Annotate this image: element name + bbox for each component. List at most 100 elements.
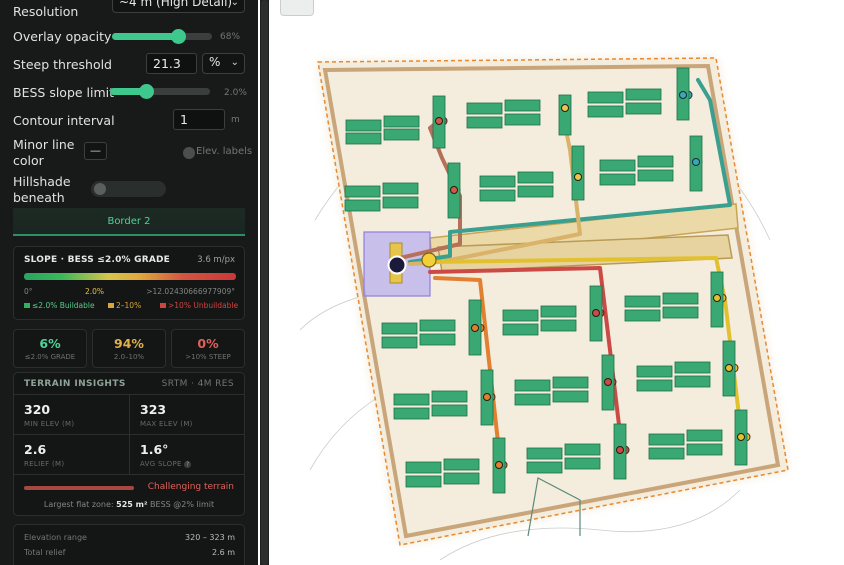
pv-table: [504, 113, 541, 126]
hillshade-toggle[interactable]: [91, 181, 166, 197]
steep-unit-select[interactable]: % ⌄: [202, 53, 245, 74]
marker: [592, 309, 600, 317]
pv-table: [383, 128, 420, 141]
stat-moderate: 94% 2.0–10%: [92, 329, 166, 368]
resolution-select[interactable]: ~4 m (High Detail) ⌄: [112, 0, 245, 13]
steep-unit-value: %: [209, 55, 221, 69]
pv-table: [526, 461, 563, 474]
min-elev-cell: 320 MIN ELEV (M): [14, 395, 129, 433]
connection-point[interactable]: [421, 252, 437, 268]
pv-table: [648, 433, 685, 446]
pv-table: [514, 393, 551, 406]
marker: [692, 158, 700, 166]
pv-table: [393, 393, 430, 406]
pv-table: [552, 376, 589, 389]
overlay-opacity-slider[interactable]: [112, 29, 212, 44]
minor-line-color-label: Minor line color: [13, 137, 75, 169]
marker: [450, 186, 458, 194]
pv-table: [648, 447, 685, 460]
sidebar-scrollbar[interactable]: [260, 0, 269, 565]
pv-table: [686, 443, 723, 456]
max-elev-value: 323: [140, 402, 167, 417]
avg-slope-cell: 1.6° AVG SLOPE ?: [130, 435, 245, 473]
pv-string: [558, 94, 572, 136]
legend-buildable: ≤2.0% Buildable: [24, 301, 95, 310]
challenge-text: Challenging terrain: [147, 482, 234, 492]
bess-slope-slider[interactable]: [110, 84, 210, 99]
avg-slope-label: AVG SLOPE: [140, 460, 182, 468]
total-relief-value: 2.6 m: [211, 548, 235, 557]
marker: [471, 324, 479, 332]
overlay-opacity-value: 68%: [220, 32, 241, 42]
bess-slope-value: 2.0%: [224, 88, 247, 98]
slope-card: SLOPE · BESS ≤2.0% GRADE 3.6 m/px 0° 2.0…: [13, 246, 245, 320]
legend-mid-text: 2–10%: [116, 301, 142, 310]
marker: [713, 294, 721, 302]
pv-table: [637, 169, 674, 182]
stat-steep: 0% >10% STEEP: [171, 329, 245, 368]
pv-table: [393, 407, 430, 420]
elev-labels-toggle[interactable]: [183, 147, 195, 159]
marker: [679, 91, 687, 99]
stat-buildable-label: ≤2.0% GRADE: [24, 353, 76, 361]
total-relief-label: Total relief: [24, 548, 66, 557]
chevron-down-icon: ⌄: [230, 57, 239, 68]
pv-table: [587, 91, 624, 104]
pv-table: [625, 88, 662, 101]
stat-moderate-label: 2.0–10%: [113, 353, 145, 361]
bess-slope-label: BESS slope limit: [13, 85, 115, 100]
pv-table: [662, 292, 699, 305]
legend-buildable-swatch: [24, 303, 30, 308]
pv-table: [345, 132, 382, 145]
tab-border-2[interactable]: Border 2: [13, 208, 245, 236]
legend-unbuildable-swatch: [160, 303, 166, 308]
terrain-insights-title: TERRAIN INSIGHTS: [24, 379, 126, 389]
pv-table: [624, 295, 661, 308]
site-map[interactable]: [270, 0, 844, 565]
scrollbar-thumb[interactable]: [261, 0, 268, 565]
steep-threshold-input[interactable]: 21.3: [146, 53, 197, 74]
relief-cell: 2.6 RELIEF (M): [14, 435, 129, 473]
divider: [129, 395, 130, 474]
pv-table: [599, 173, 636, 186]
marker: [483, 393, 491, 401]
elev-range-value: 320 – 323 m: [185, 533, 235, 542]
pv-table: [405, 461, 442, 474]
slope-card-resolution: 3.6 m/px: [197, 255, 235, 265]
pv-table: [431, 390, 468, 403]
legend-buildable-text: ≤2.0% Buildable: [32, 301, 95, 310]
minor-line-color-swatch[interactable]: —: [84, 142, 107, 160]
elev-labels-label: Elev. labels: [196, 146, 253, 157]
poi-marker-icon[interactable]: [387, 255, 407, 275]
pv-table: [382, 196, 419, 209]
pv-table: [526, 447, 563, 460]
pv-table: [383, 115, 420, 128]
contour-interval-input[interactable]: 1: [173, 109, 225, 130]
info-icon[interactable]: ?: [184, 461, 192, 468]
slope-card-title: SLOPE · BESS ≤2.0% GRADE: [24, 255, 171, 265]
pv-table: [564, 457, 601, 470]
summary-card: Elevation range 320 – 323 m Total relief…: [13, 524, 245, 565]
hillshade-label-line1: Hillshade: [13, 174, 71, 189]
pv-table: [636, 379, 673, 392]
overlay-opacity-label: Overlay opacity: [13, 29, 112, 44]
pv-table: [540, 305, 577, 318]
terrain-insights-source: SRTM · 4M RES: [161, 379, 234, 389]
pv-table: [674, 375, 711, 388]
stat-buildable: 6% ≤2.0% GRADE: [13, 329, 87, 368]
pv-table: [479, 189, 516, 202]
divider: [14, 474, 244, 475]
slope-tick-min: 0°: [24, 287, 33, 296]
stat-steep-value: 0%: [197, 336, 219, 351]
pv-table: [344, 199, 381, 212]
pv-table: [540, 319, 577, 332]
max-elev-label: MAX ELEV (M): [140, 420, 193, 428]
pv-table: [504, 99, 541, 112]
flat-zone-suffix: BESS @2% limit: [150, 500, 215, 509]
marker: [725, 364, 733, 372]
pv-table: [637, 155, 674, 168]
marker: [495, 461, 503, 469]
overlay-opacity-knob[interactable]: [171, 29, 186, 44]
relief-label: RELIEF (M): [24, 460, 65, 468]
bess-slope-knob[interactable]: [139, 84, 154, 99]
